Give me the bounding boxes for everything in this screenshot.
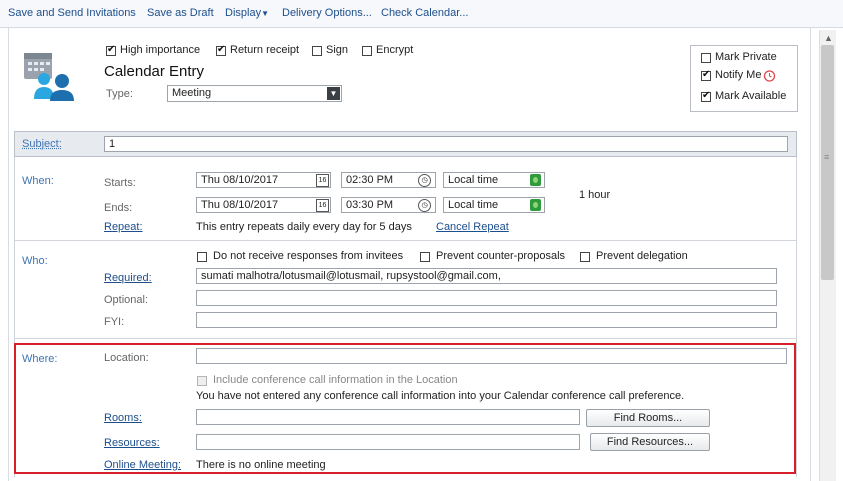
section-divider — [14, 338, 796, 339]
encrypt-checkbox[interactable] — [362, 46, 372, 56]
calendar-people-icon — [24, 53, 74, 101]
resources-link[interactable]: Resources: — [104, 437, 160, 449]
when-label: When: — [22, 175, 54, 187]
resources-input[interactable] — [196, 434, 580, 450]
optional-label: Optional: — [104, 294, 149, 306]
find-rooms-button[interactable]: Find Rooms... — [586, 409, 710, 427]
mark-available-label: Mark Available — [715, 90, 787, 102]
high-importance-label: High importance — [120, 44, 201, 56]
required-link[interactable]: Required: — [104, 272, 152, 284]
encrypt-label: Encrypt — [376, 44, 414, 56]
repeat-link[interactable]: Repeat: — [104, 221, 143, 233]
rooms-link[interactable]: Rooms: — [104, 412, 142, 424]
end-date-input[interactable]: Thu 08/10/2017 — [196, 197, 331, 213]
ends-label: Ends: — [104, 202, 133, 214]
conference-call-note: You have not entered any conference call… — [196, 390, 685, 402]
globe-icon[interactable] — [530, 174, 541, 186]
no-responses-checkbox[interactable] — [197, 252, 207, 262]
location-label: Location: — [104, 352, 149, 364]
prevent-counter-label: Prevent counter-proposals — [436, 250, 566, 262]
prevent-delegation-label: Prevent delegation — [596, 250, 688, 262]
clock-icon[interactable]: ◷ — [418, 199, 431, 212]
mark-available-checkbox[interactable] — [701, 90, 711, 102]
subject-label: Subject: — [22, 138, 62, 150]
save-send-invitations-button[interactable]: Save and Send Invitations — [8, 7, 136, 19]
online-meeting-link[interactable]: Online Meeting: — [104, 459, 181, 471]
chevron-down-icon: ▼ — [261, 9, 269, 18]
online-meeting-text: There is no online meeting — [196, 459, 326, 471]
notify-me-checkbox[interactable] — [701, 69, 711, 81]
required-attendees-input[interactable]: sumati malhotra/lotusmail@lotusmail, rup… — [196, 268, 777, 284]
type-select-value: Meeting — [172, 87, 212, 99]
page-title: Calendar Entry — [104, 63, 205, 80]
notify-me-label: Notify Me — [715, 69, 762, 81]
scroll-grip-icon: ≡ — [824, 152, 830, 162]
repeat-description: This entry repeats daily every day for 5… — [196, 221, 412, 233]
conference-call-label: Include conference call information in t… — [213, 374, 458, 386]
alarm-clock-icon — [763, 70, 776, 82]
section-divider — [14, 240, 796, 241]
sign-label: Sign — [326, 44, 349, 56]
where-label: Where: — [22, 353, 58, 365]
no-responses-label: Do not receive responses from invitees — [213, 250, 404, 262]
mark-private-label: Mark Private — [715, 51, 777, 63]
delivery-options-button[interactable]: Delivery Options... — [282, 7, 372, 19]
location-input[interactable] — [196, 348, 787, 364]
return-receipt-checkbox[interactable] — [216, 44, 226, 56]
scrollbar-thumb[interactable] — [821, 45, 834, 280]
prevent-counter-checkbox[interactable] — [420, 252, 430, 262]
conference-call-checkbox[interactable] — [197, 376, 207, 386]
display-menu-label: Display — [225, 7, 262, 19]
start-date-input[interactable]: Thu 08/10/2017 — [196, 172, 331, 188]
return-receipt-label: Return receipt — [230, 44, 300, 56]
starts-label: Starts: — [104, 177, 136, 189]
calendar-icon[interactable]: 16 — [316, 174, 329, 187]
mark-private-checkbox[interactable] — [701, 53, 711, 63]
display-menu-button[interactable]: Display▼ — [225, 7, 269, 19]
clock-icon[interactable]: ◷ — [418, 174, 431, 187]
dropdown-arrow-icon[interactable]: ▼ — [327, 87, 340, 100]
fyi-attendees-input[interactable] — [196, 312, 777, 328]
save-as-draft-button[interactable]: Save as Draft — [147, 7, 214, 19]
subject-input[interactable]: 1 — [104, 136, 788, 152]
type-select[interactable]: Meeting — [167, 85, 342, 102]
check-calendar-button[interactable]: Check Calendar... — [381, 7, 468, 19]
rooms-input[interactable] — [196, 409, 580, 425]
action-toolbar: Save and Send Invitations Save as Draft … — [0, 0, 843, 28]
type-label: Type: — [106, 88, 133, 100]
who-label: Who: — [22, 255, 48, 267]
calendar-icon[interactable]: 16 — [316, 199, 329, 212]
prevent-delegation-checkbox[interactable] — [580, 252, 590, 262]
sign-checkbox[interactable] — [312, 46, 322, 56]
optional-attendees-input[interactable] — [196, 290, 777, 306]
high-importance-checkbox[interactable] — [106, 44, 116, 56]
duration-text: 1 hour — [579, 189, 611, 201]
cancel-repeat-link[interactable]: Cancel Repeat — [436, 221, 509, 233]
globe-icon[interactable] — [530, 199, 541, 211]
fyi-label: FYI: — [104, 316, 125, 328]
find-resources-button[interactable]: Find Resources... — [590, 433, 710, 451]
scroll-up-arrow-icon[interactable]: ▲ — [824, 33, 833, 43]
